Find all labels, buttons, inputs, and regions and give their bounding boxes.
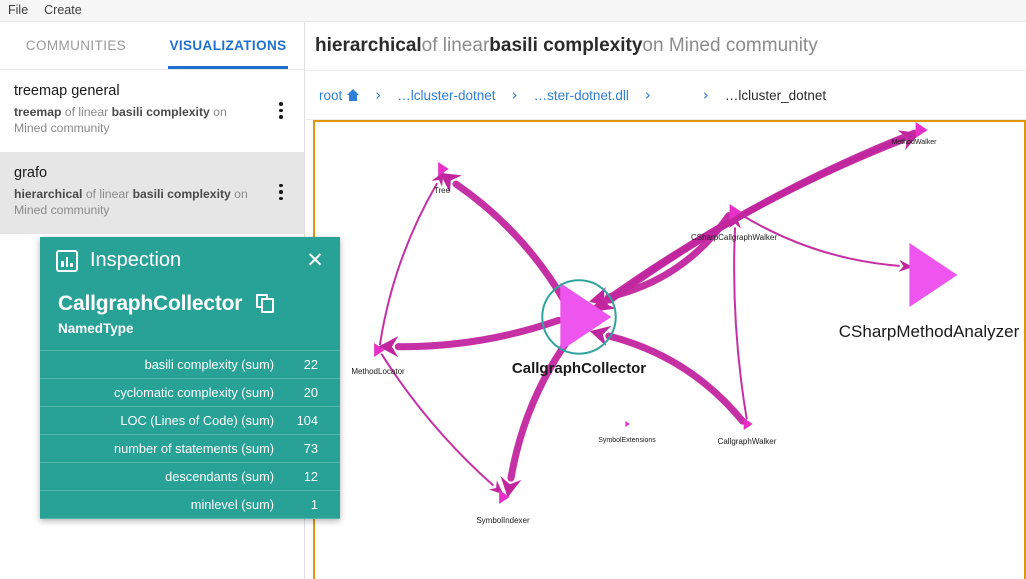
metric-value: 20 [303,385,318,400]
visualization-title: grafo [14,164,48,181]
kebab-menu-icon[interactable] [272,181,290,203]
chevron-right-icon: › [644,86,651,104]
metric-value: 73 [303,441,318,456]
metric-row: LOC (Lines of Code) (sum) 104 [40,406,340,434]
list-item[interactable]: treemap general treemap of linear basili… [0,70,304,152]
menu-item-create[interactable]: Create [44,4,82,17]
visualization-title: treemap general [14,83,120,99]
desc-mid: of linear [61,104,112,119]
metric-row: minlevel (sum) 1 [40,490,340,519]
desc-metric: basili complexity [132,186,231,201]
svg-text:SymbolExtensions: SymbolExtensions [598,437,656,444]
home-icon [347,89,360,101]
entity-kind: NamedType [58,321,134,336]
breadcrumb-label: root [319,87,343,103]
page-title-mid: of linear [421,35,490,56]
svg-text:CSharpMethodAnalyzer: CSharpMethodAnalyzer [839,322,1020,341]
breadcrumb-item-2[interactable]: …ster-dotnet.dll [534,88,629,103]
visualization-description: treemap of linear basili complexity on M… [14,104,260,137]
sidebar: COMMUNITIES VISUALIZATIONS treemap gener… [0,22,340,579]
metric-name: minlevel (sum) [190,497,274,512]
metric-value: 104 [296,413,318,428]
desc-mid: of linear [82,186,133,201]
visualization-list: treemap general treemap of linear basili… [0,70,304,234]
chevron-right-icon: › [702,86,709,104]
svg-text:CallgraphCollector: CallgraphCollector [512,360,646,377]
close-icon[interactable]: ✕ [304,250,326,271]
metric-row: descendants (sum) 12 [40,462,340,490]
sidebar-tabs: COMMUNITIES VISUALIZATIONS [0,22,304,70]
list-item[interactable]: grafo hierarchical of linear basili comp… [0,151,304,234]
tab-communities[interactable]: COMMUNITIES [0,22,152,69]
inspection-title: Inspection [90,249,182,271]
breadcrumb: root › …lcluster-dotnet › …ster-dotnet.d… [305,71,1026,120]
breadcrumb-item-current: …lcluster_dotnet [724,87,827,103]
main-pane: hierarchical of linear basili complexity… [305,22,1026,579]
metric-value: 12 [303,469,318,484]
metric-name: basili complexity (sum) [144,357,274,372]
svg-text:Tree: Tree [434,186,451,195]
entity-name: CallgraphCollector [58,292,243,315]
breadcrumb-item-1[interactable]: …lcluster-dotnet [397,88,495,103]
page-title: hierarchical of linear basili complexity… [305,22,1026,71]
graph-canvas-wrap: CallgraphCollector CSharpMethodAnalyzer Me… [305,120,1026,579]
metric-name: cyclomatic complexity (sum) [114,385,274,400]
bar-chart-icon [56,249,78,272]
graph-canvas[interactable]: CallgraphCollector CSharpMethodAnalyzer Me… [313,120,1026,579]
metric-row: basili complexity (sum) 22 [40,350,340,378]
tab-visualizations[interactable]: VISUALIZATIONS [152,22,304,69]
svg-text:CSharpCallgraphWalker: CSharpCallgraphWalker [691,233,777,242]
inspection-panel: Inspection ✕ CallgraphCollector NamedTyp… [40,237,340,519]
page-title-tail: on Mined community [642,35,818,56]
svg-text:CallgraphWalker: CallgraphWalker [718,437,777,446]
svg-text:MethodWalker: MethodWalker [892,139,938,146]
kebab-menu-icon[interactable] [272,99,290,121]
metric-row: cyclomatic complexity (sum) 20 [40,378,340,406]
metric-value: 1 [310,497,318,512]
page-title-metric: basili complexity [489,35,643,56]
menu-bar: File Create [0,0,1026,22]
metric-value: 22 [303,357,318,372]
visualization-description: hierarchical of linear basili complexity… [14,186,260,219]
svg-text:MethodLocator: MethodLocator [351,367,405,376]
breadcrumb-item-root[interactable]: root [319,87,360,103]
graph-svg[interactable]: CallgraphCollector CSharpMethodAnalyzer Me… [315,122,1026,579]
svg-text:SymbolIndexer: SymbolIndexer [476,516,530,525]
metric-name: number of statements (sum) [113,441,274,456]
menu-item-file[interactable]: File [8,4,28,17]
chevron-right-icon: › [375,86,382,104]
desc-metric: basili complexity [111,104,210,119]
metric-name: LOC (Lines of Code) (sum) [120,413,274,428]
desc-kind: treemap [14,104,62,119]
inspection-entity-row: CallgraphCollector [40,278,340,316]
copy-icon[interactable] [256,294,276,314]
app-body: COMMUNITIES VISUALIZATIONS treemap gener… [0,22,1026,579]
inspection-header: Inspection ✕ [40,237,340,278]
page-title-kind: hierarchical [315,35,422,56]
metric-name: descendants (sum) [165,469,274,484]
chevron-right-icon: › [511,86,518,104]
metric-row: number of statements (sum) 73 [40,434,340,462]
desc-kind: hierarchical [14,186,83,201]
metric-list: basili complexity (sum) 22 cyclomatic co… [40,350,340,519]
